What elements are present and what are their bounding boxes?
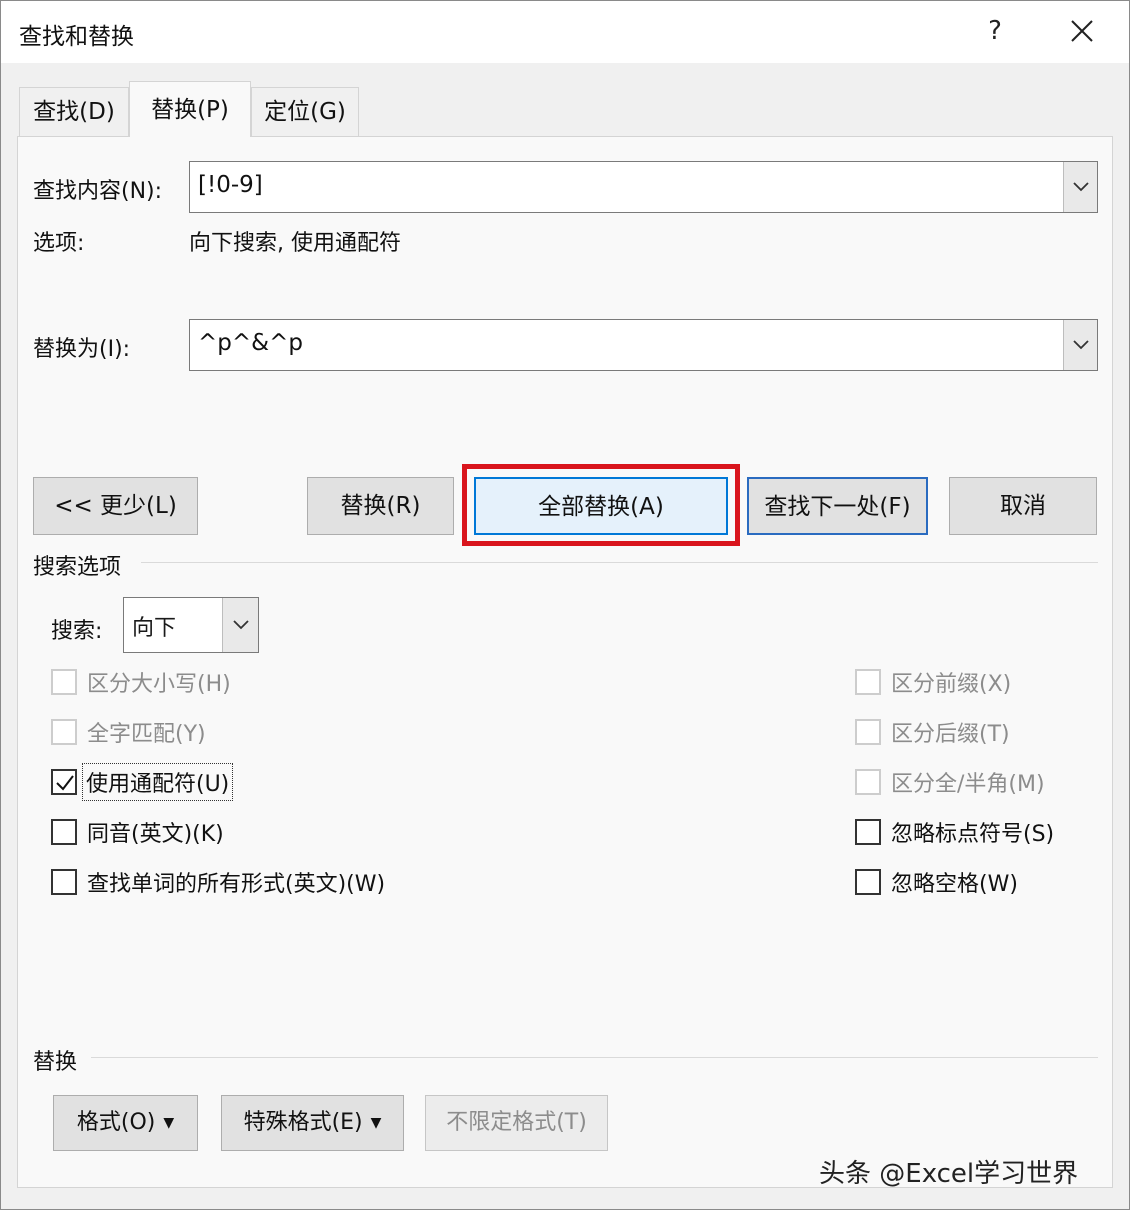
caret-down-icon: ▼ (370, 1115, 382, 1131)
checkbox-box[interactable] (855, 719, 881, 745)
checkbox-box[interactable] (51, 769, 77, 795)
watermark: 头条 @Excel学习世界 (819, 1159, 1079, 1189)
checkbox-ignore-punctuation[interactable]: 忽略标点符号(S) (855, 815, 1054, 849)
close-icon (1071, 20, 1093, 42)
cancel-button[interactable]: 取消 (949, 477, 1097, 535)
format-button-label: 格式(O) (76, 1110, 156, 1135)
special-button[interactable]: 特殊格式(E) ▼ (221, 1095, 404, 1151)
replace-label: 替换为(I): (33, 337, 131, 362)
search-direction-dropdown[interactable] (222, 598, 258, 652)
search-direction-label: 搜索: (51, 619, 103, 644)
close-button[interactable] (1057, 7, 1107, 55)
checkbox-label: 区分后缀(T) (891, 722, 1010, 747)
replace-section-divider (91, 1057, 1098, 1058)
checkbox-box[interactable] (51, 819, 77, 845)
checkmark-icon (56, 775, 74, 791)
checkbox-label: 全字匹配(Y) (87, 722, 206, 747)
replace-input[interactable]: ^p^&^p (198, 330, 303, 356)
checkbox-label: 同音(英文)(K) (87, 822, 224, 847)
less-button[interactable]: << 更少(L) (33, 477, 198, 535)
replace-combo[interactable]: ^p^&^p (189, 319, 1098, 371)
search-options-divider (141, 562, 1098, 563)
checkbox-use-wildcards[interactable]: 使用通配符(U) (51, 763, 234, 801)
checkbox-whole-word[interactable]: 全字匹配(Y) (51, 715, 206, 749)
checkbox-box[interactable] (855, 869, 881, 895)
caret-down-icon: ▼ (163, 1115, 175, 1131)
find-input[interactable]: [!0-9] (198, 172, 263, 198)
tab-find[interactable]: 查找(D) (19, 87, 129, 137)
title-bar: 查找和替换 ? (1, 1, 1129, 63)
checkbox-sounds-like[interactable]: 同音(英文)(K) (51, 815, 224, 849)
format-button[interactable]: 格式(O) ▼ (53, 1095, 198, 1151)
options-value: 向下搜索, 使用通配符 (189, 231, 401, 256)
checkbox-label: 区分前缀(X) (891, 672, 1012, 697)
chevron-down-icon (1073, 340, 1089, 350)
tab-goto[interactable]: 定位(G) (251, 87, 359, 137)
checkbox-label: 区分大小写(H) (87, 672, 231, 697)
search-direction-value: 向下 (132, 616, 177, 641)
find-next-button[interactable]: 查找下一处(F) (747, 477, 928, 535)
search-direction-select[interactable]: 向下 (123, 597, 259, 653)
highlight-box (462, 464, 740, 546)
dialog-title: 查找和替换 (19, 24, 134, 50)
checkbox-ignore-whitespace[interactable]: 忽略空格(W) (855, 865, 1018, 899)
chevron-down-icon (1073, 182, 1089, 192)
checkbox-label: 区分全/半角(M) (891, 772, 1045, 797)
checkbox-full-half-width[interactable]: 区分全/半角(M) (855, 765, 1045, 799)
find-replace-dialog: 查找和替换 ? 查找(D) 替换(P) 定位(G) 查找内容(N): [!0-9… (0, 0, 1130, 1210)
chevron-down-icon (233, 620, 249, 630)
options-label: 选项: (33, 231, 85, 256)
checkbox-label: 忽略空格(W) (891, 872, 1018, 897)
replace-dropdown-button[interactable] (1063, 320, 1097, 370)
checkbox-box[interactable] (51, 869, 77, 895)
checkbox-box[interactable] (51, 669, 77, 695)
replace-panel (17, 136, 1113, 1188)
tab-replace[interactable]: 替换(P) (129, 81, 251, 139)
find-label: 查找内容(N): (33, 179, 163, 204)
search-options-title: 搜索选项 (33, 549, 132, 581)
checkbox-label: 忽略标点符号(S) (891, 822, 1055, 847)
find-dropdown-button[interactable] (1063, 162, 1097, 212)
checkbox-all-word-forms[interactable]: 查找单词的所有形式(英文)(W) (51, 865, 385, 899)
no-formatting-button[interactable]: 不限定格式(T) (425, 1095, 608, 1151)
find-combo[interactable]: [!0-9] (189, 161, 1098, 213)
checkbox-box[interactable] (855, 669, 881, 695)
checkbox-label: 查找单词的所有形式(英文)(W) (87, 872, 386, 897)
special-button-label: 特殊格式(E) (243, 1110, 363, 1135)
replace-button[interactable]: 替换(R) (307, 477, 454, 535)
replace-section-title: 替换 (33, 1044, 88, 1076)
checkbox-box[interactable] (855, 819, 881, 845)
checkbox-match-suffix[interactable]: 区分后缀(T) (855, 715, 1010, 749)
checkbox-match-prefix[interactable]: 区分前缀(X) (855, 665, 1011, 699)
help-button[interactable]: ? (971, 7, 1019, 55)
checkbox-box[interactable] (51, 719, 77, 745)
checkbox-label: 使用通配符(U) (81, 763, 234, 801)
checkbox-box[interactable] (855, 769, 881, 795)
checkbox-match-case[interactable]: 区分大小写(H) (51, 665, 231, 699)
